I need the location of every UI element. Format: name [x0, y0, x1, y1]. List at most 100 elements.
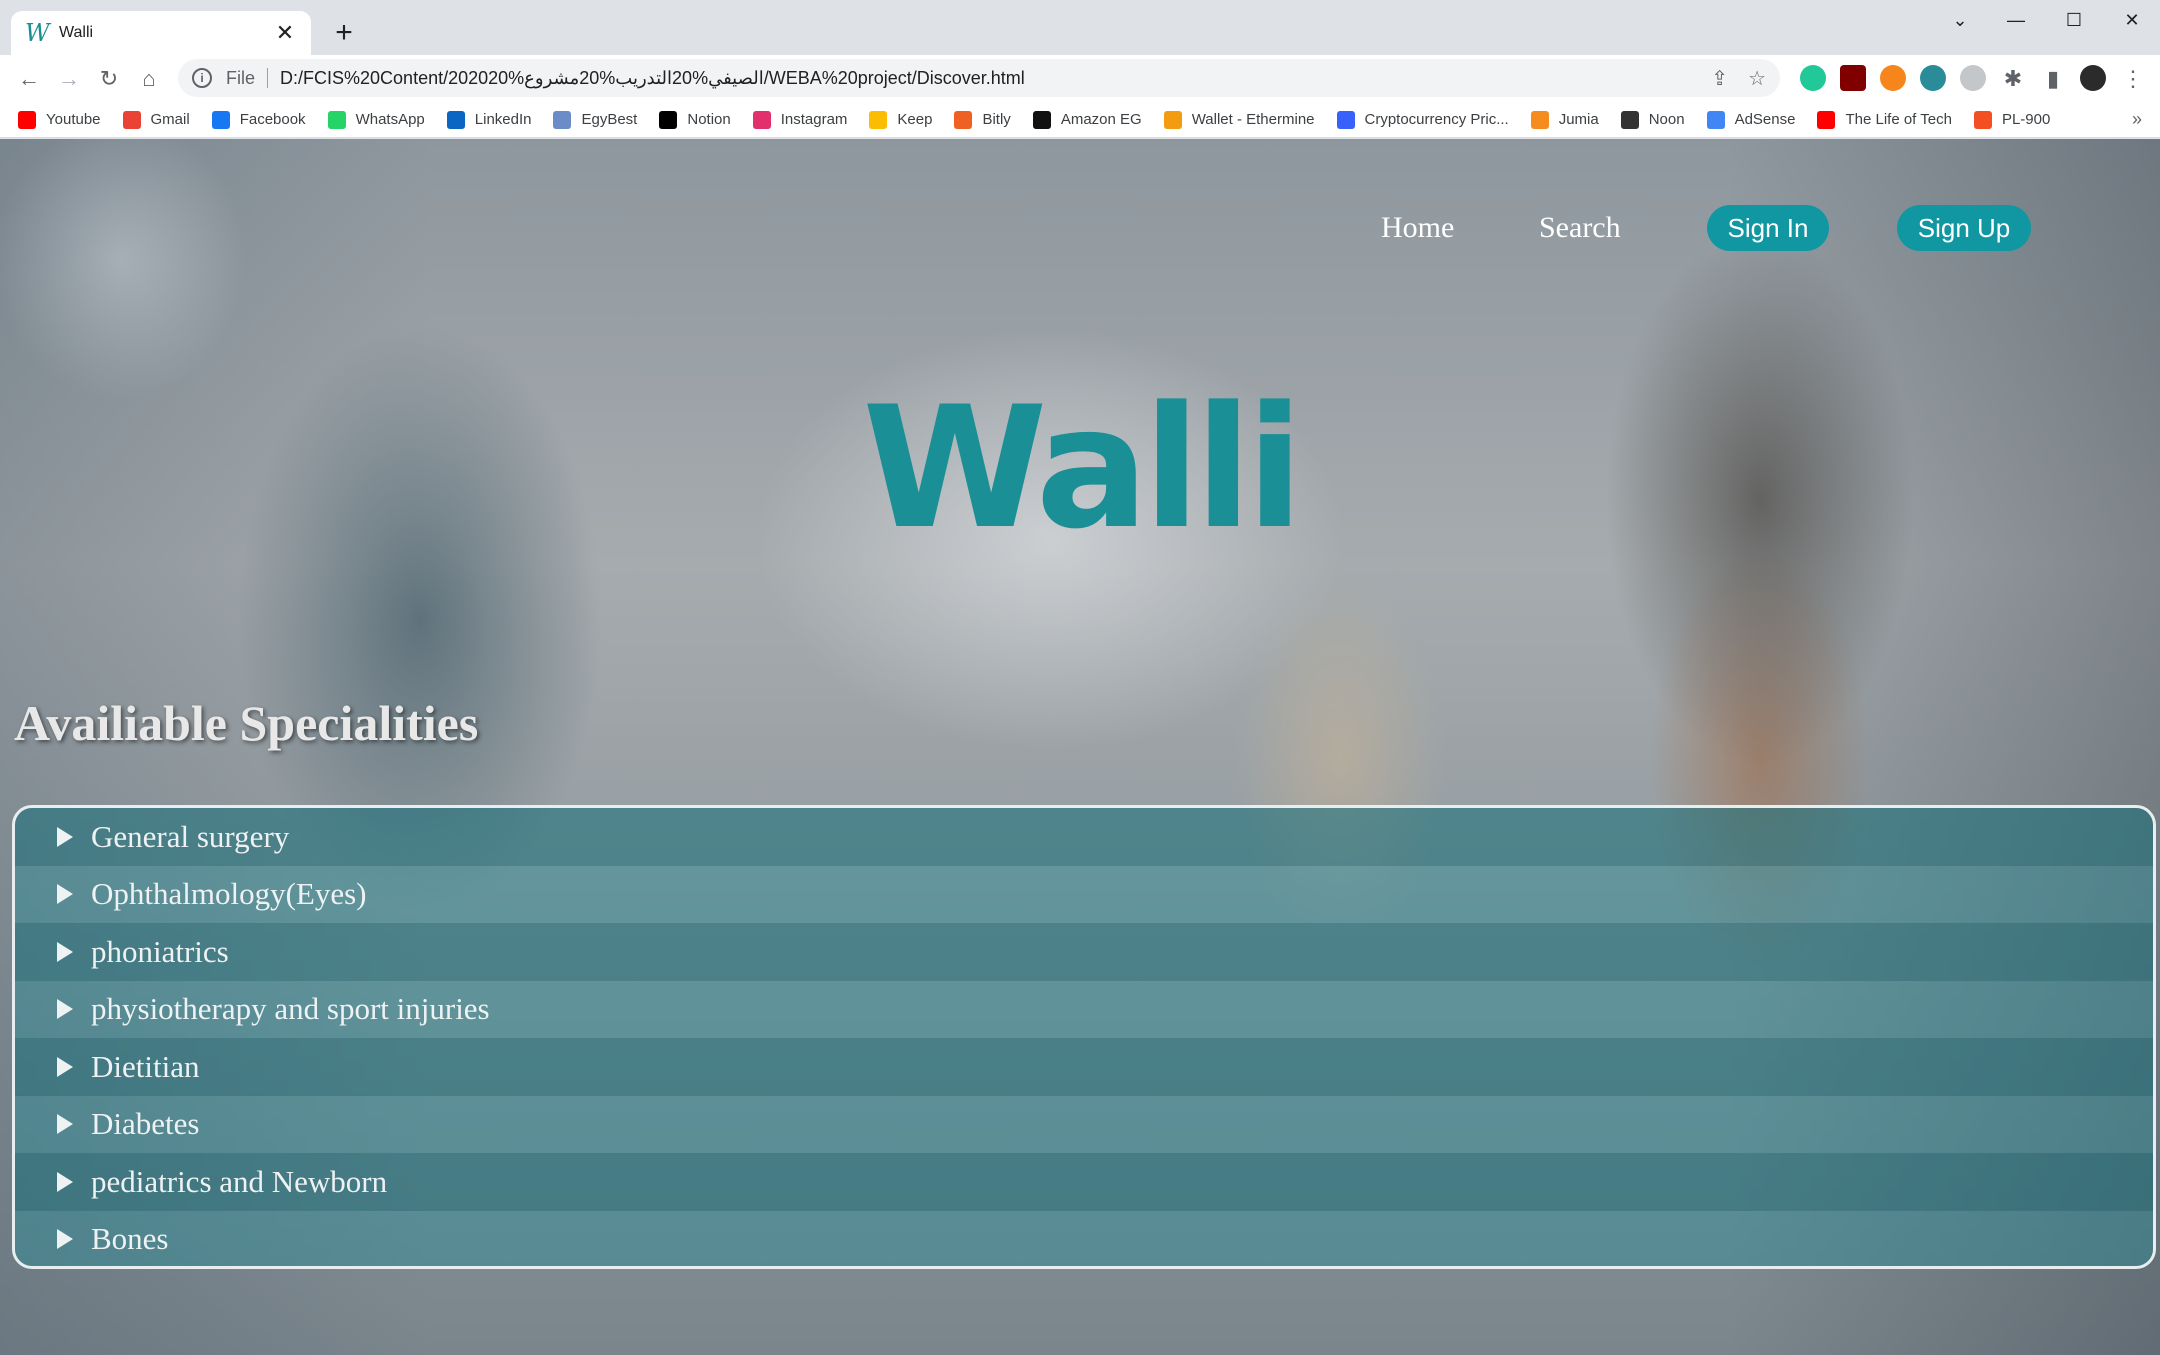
bookmark-label: Wallet - Ethermine — [1191, 111, 1315, 128]
bookmark-item[interactable]: Jumia — [1530, 110, 1599, 129]
discover-page: Home Search Sign In Sign Up Walli Availi… — [0, 139, 2160, 1355]
bookmark-item[interactable]: PL-900 — [1973, 110, 2050, 129]
speciality-label: Ophthalmology(Eyes) — [91, 876, 367, 912]
notion-icon — [659, 110, 678, 129]
extensions-puzzle-icon[interactable]: ✱ — [1996, 62, 2030, 96]
bookmark-item[interactable]: The Life of Tech — [1817, 110, 1952, 129]
browser-tab[interactable]: W Walli ✕ — [11, 11, 311, 55]
side-panel-icon[interactable]: ▮ — [2036, 62, 2070, 96]
instagram-icon — [752, 110, 771, 129]
disclosure-triangle-icon[interactable] — [57, 1114, 73, 1135]
bookmark-label: Amazon EG — [1060, 111, 1142, 128]
url-text[interactable]: D:/FCIS%20Content/202020%الصيفي%20التدري… — [280, 68, 1025, 89]
disclosure-triangle-icon[interactable] — [57, 1229, 73, 1250]
nav-home-link[interactable]: Home — [1381, 211, 1454, 245]
disclosure-triangle-icon[interactable] — [57, 941, 73, 962]
bookmark-item[interactable]: Youtube — [18, 110, 101, 129]
speaker-extension-icon[interactable] — [1960, 65, 1986, 91]
bookmark-label: AdSense — [1734, 111, 1796, 128]
metamask-extension-icon[interactable] — [1880, 65, 1906, 91]
home-icon[interactable]: ⌂ — [132, 62, 166, 96]
speciality-item[interactable]: Dietitian — [15, 1038, 2153, 1096]
more-bookmarks-icon[interactable]: » — [2132, 109, 2142, 130]
bookmark-item[interactable]: Notion — [659, 110, 731, 129]
maximize-window-icon[interactable]: ☐ — [2054, 6, 2094, 34]
walli-logo: Walli — [862, 370, 1303, 566]
bookmark-label: Youtube — [46, 111, 101, 128]
disclosure-triangle-icon[interactable] — [57, 999, 73, 1020]
browser-menu-icon[interactable]: ⋮ — [2116, 62, 2150, 96]
reload-icon[interactable]: ↻ — [92, 62, 126, 96]
site-info-icon[interactable]: i — [192, 68, 212, 88]
noon-icon — [1620, 110, 1639, 129]
bookmark-item[interactable]: LinkedIn — [446, 110, 532, 129]
disclosure-triangle-icon[interactable] — [57, 884, 73, 905]
browser-tab-strip: W Walli ✕ + ⌄ — ☐ ✕ — [0, 0, 2160, 55]
bookmark-label: Jumia — [1558, 111, 1599, 128]
bookmark-label: LinkedIn — [474, 111, 532, 128]
sign-up-button[interactable]: Sign Up — [1897, 205, 2031, 251]
speciality-label: pediatrics and Newborn — [91, 1163, 388, 1199]
tab-search-chevron-icon[interactable]: ⌄ — [1940, 6, 1980, 34]
disclosure-triangle-icon[interactable] — [57, 826, 73, 847]
browser-toolbar: ← → ↻ ⌂ i File D:/FCIS%20Content/202020%… — [0, 55, 2160, 102]
disclosure-triangle-icon[interactable] — [57, 1056, 73, 1077]
bookmark-label: Noon — [1648, 111, 1685, 128]
close-window-icon[interactable]: ✕ — [2112, 6, 2152, 34]
disclosure-triangle-icon[interactable] — [57, 1171, 73, 1192]
bookmark-item[interactable]: AdSense — [1706, 110, 1796, 129]
share-icon[interactable]: ⇪ — [1711, 66, 1728, 91]
tab-title: Walli — [59, 24, 94, 41]
bookmark-item[interactable]: Cryptocurrency Pric... — [1336, 110, 1509, 129]
speciality-item[interactable]: physiotherapy and sport injuries — [15, 980, 2153, 1038]
ublock-extension-icon[interactable] — [1840, 65, 1866, 91]
speciality-item[interactable]: Ophthalmology(Eyes) — [15, 865, 2153, 923]
speciality-item[interactable]: pediatrics and Newborn — [15, 1153, 2153, 1211]
close-tab-icon[interactable]: ✕ — [273, 20, 297, 46]
back-arrow-icon[interactable]: ← — [12, 62, 46, 96]
bookmark-label: Gmail — [150, 111, 190, 128]
bookmark-item[interactable]: Gmail — [122, 110, 190, 129]
minimize-window-icon[interactable]: — — [1996, 6, 2036, 34]
speciality-item[interactable]: Diabetes — [15, 1095, 2153, 1153]
youtube-icon — [18, 110, 36, 129]
ethermine-icon — [1163, 110, 1182, 129]
forward-arrow-icon[interactable]: → — [52, 62, 86, 96]
extension-icon[interactable] — [1920, 65, 1946, 91]
bookmark-item[interactable]: EgyBest — [553, 110, 638, 129]
egybest-icon — [553, 110, 572, 129]
bookmark-item[interactable]: Instagram — [752, 110, 848, 129]
bookmark-item[interactable]: Noon — [1620, 110, 1685, 129]
bookmark-item[interactable]: Amazon EG — [1032, 110, 1142, 129]
speciality-label: General surgery — [91, 818, 290, 854]
walli-favicon-icon: W — [25, 19, 50, 47]
bookmark-item[interactable]: Keep — [869, 110, 933, 129]
speciality-item[interactable]: General surgery — [15, 808, 2153, 866]
bookmark-item[interactable]: Facebook — [211, 110, 306, 129]
sign-in-button[interactable]: Sign In — [1707, 205, 1829, 251]
profile-avatar[interactable] — [2080, 65, 2106, 91]
facebook-icon — [211, 110, 230, 129]
bookmark-label: Instagram — [780, 111, 848, 128]
new-tab-button[interactable]: + — [326, 16, 362, 52]
nav-search-link[interactable]: Search — [1539, 211, 1621, 245]
bookmark-item[interactable]: WhatsApp — [327, 110, 425, 129]
jumia-icon — [1530, 110, 1549, 129]
microsoft-icon — [1973, 110, 1992, 129]
whatsapp-icon — [327, 110, 346, 129]
speciality-label: Diabetes — [91, 1106, 200, 1142]
grammarly-extension-icon[interactable] — [1800, 65, 1826, 91]
bookmark-item[interactable]: Bitly — [954, 110, 1011, 129]
bookmark-label: WhatsApp — [355, 111, 425, 128]
bookmark-label: Bitly — [982, 111, 1011, 128]
specialities-list: General surgery Ophthalmology(Eyes) phonia… — [12, 805, 2156, 1269]
bookmark-label: Keep — [897, 111, 933, 128]
address-bar[interactable]: i File D:/FCIS%20Content/202020%الصيفي%2… — [178, 59, 1780, 97]
speciality-item[interactable]: Bones — [15, 1210, 2153, 1266]
bookmark-label: EgyBest — [581, 111, 638, 128]
bookmark-star-icon[interactable]: ☆ — [1748, 66, 1766, 91]
omnibox-actions: ⇪ ☆ — [1711, 66, 1766, 91]
bookmarks-bar: Youtube Gmail Facebook WhatsApp LinkedIn EgyB… — [0, 102, 2160, 138]
speciality-item[interactable]: phoniatrics — [15, 923, 2153, 981]
bookmark-item[interactable]: Wallet - Ethermine — [1163, 110, 1315, 129]
